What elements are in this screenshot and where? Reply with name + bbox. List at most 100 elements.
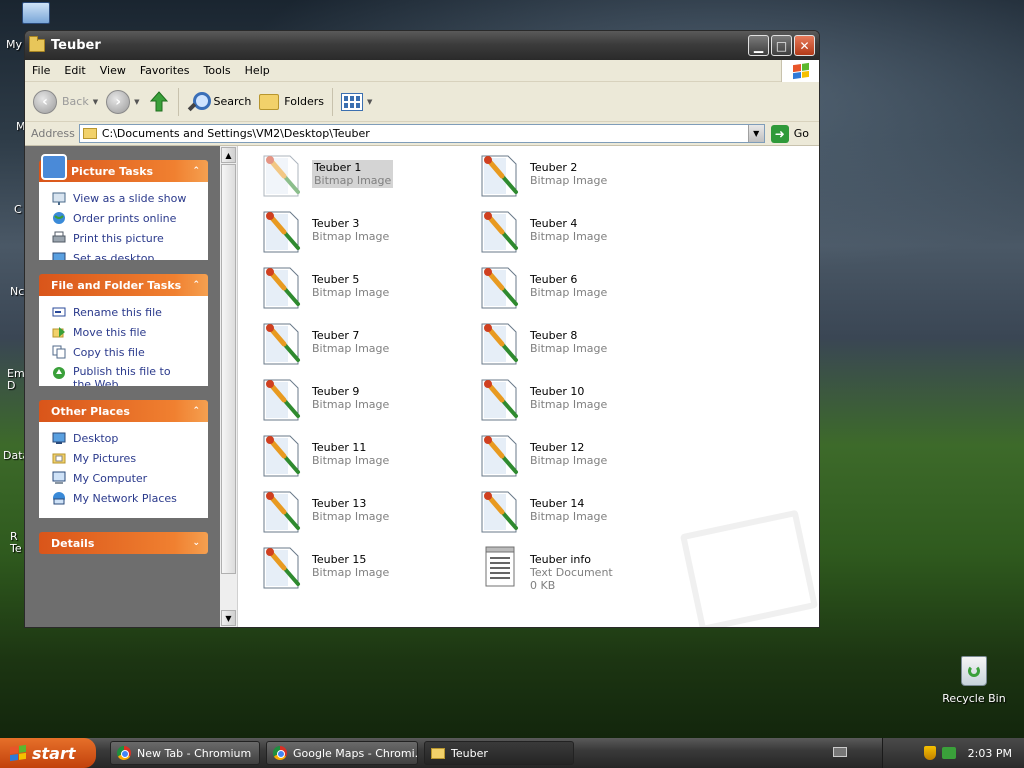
task-label: Order prints online: [73, 211, 177, 225]
task-rename-file[interactable]: Rename this file: [51, 302, 200, 322]
scroll-up-button[interactable]: ▲: [221, 147, 236, 163]
back-dropdown-icon[interactable]: ▼: [93, 98, 98, 106]
file-item-bitmap[interactable]: Teuber 11 Bitmap Image: [258, 432, 468, 482]
file-item-bitmap[interactable]: Teuber 4 Bitmap Image: [476, 208, 686, 258]
file-item-bitmap[interactable]: Teuber 9 Bitmap Image: [258, 376, 468, 426]
go-button[interactable]: ➜ Go: [765, 124, 819, 143]
task-copy-file[interactable]: Copy this file: [51, 342, 200, 362]
forward-dropdown-icon[interactable]: ▼: [134, 98, 139, 106]
desktop-label-peek-5[interactable]: Em D: [7, 368, 25, 392]
collapse-chevron-icon[interactable]: ⌃: [192, 280, 200, 290]
file-folder-tasks-header[interactable]: File and Folder Tasks ⌃: [39, 274, 208, 296]
desktop-label-peek-3[interactable]: C: [14, 203, 22, 216]
file-item-bitmap[interactable]: Teuber 15 Bitmap Image: [258, 544, 468, 594]
minimize-button[interactable]: ▁: [748, 35, 769, 56]
keyboard-icon[interactable]: [833, 747, 847, 757]
scroll-down-button[interactable]: ▼: [221, 610, 236, 626]
taskbar-item-new-tab[interactable]: New Tab - Chromium: [110, 741, 260, 765]
collapse-chevron-icon[interactable]: ⌃: [192, 406, 200, 416]
menu-file[interactable]: File: [25, 64, 57, 77]
task-label: Set as desktop: [73, 251, 155, 261]
desktop-icon: [51, 430, 67, 446]
desktop-label-peek-7[interactable]: R Te: [10, 531, 22, 555]
vertical-scrollbar[interactable]: ▲ ▼: [220, 146, 238, 627]
file-name: Teuber 8: [530, 329, 578, 342]
back-button[interactable]: ‹ Back ▼: [33, 89, 98, 114]
file-item-text[interactable]: Teuber info Text Document 0 KB: [476, 544, 686, 594]
file-item-bitmap[interactable]: Teuber 8 Bitmap Image: [476, 320, 686, 370]
desktop-icon-my-computer-partial[interactable]: [22, 2, 54, 30]
start-button[interactable]: start: [0, 738, 96, 768]
file-text: Teuber 9 Bitmap Image: [312, 376, 389, 411]
file-text: Teuber info Text Document 0 KB: [530, 544, 613, 592]
expand-chevron-icon[interactable]: ⌄: [192, 538, 200, 548]
menu-favorites[interactable]: Favorites: [133, 64, 197, 77]
desktop-icon-recycle-bin[interactable]: Recycle Bin: [934, 656, 1014, 705]
taskbar-item-google-maps[interactable]: Google Maps - Chromi...: [266, 741, 418, 765]
task-move-file[interactable]: Move this file: [51, 322, 200, 342]
network-icon[interactable]: [941, 747, 956, 759]
address-dropdown-button[interactable]: ▼: [747, 125, 764, 142]
file-item-bitmap[interactable]: Teuber 6 Bitmap Image: [476, 264, 686, 314]
place-my-computer[interactable]: My Computer: [51, 468, 200, 488]
menu-tools[interactable]: Tools: [197, 64, 238, 77]
task-publish-web[interactable]: Publish this file to the Web: [51, 362, 200, 386]
standard-toolbar: ‹ Back ▼ › ▼ Search Folders ▼: [25, 82, 819, 122]
file-text: Teuber 13 Bitmap Image: [312, 488, 389, 523]
file-item-bitmap[interactable]: Teuber 5 Bitmap Image: [258, 264, 468, 314]
close-button[interactable]: ✕: [794, 35, 815, 56]
menu-edit[interactable]: Edit: [57, 64, 92, 77]
file-item-bitmap[interactable]: Teuber 2 Bitmap Image: [476, 152, 686, 202]
file-item-bitmap[interactable]: Teuber 1 Bitmap Image: [258, 152, 468, 202]
chromium-icon: [273, 746, 287, 760]
task-set-desktop[interactable]: Set as desktop: [51, 248, 200, 260]
file-text: Teuber 15 Bitmap Image: [312, 544, 389, 579]
collapse-chevron-icon[interactable]: ⌃: [192, 166, 200, 176]
file-item-bitmap[interactable]: Teuber 13 Bitmap Image: [258, 488, 468, 538]
search-button[interactable]: Search: [187, 91, 251, 113]
other-places-header[interactable]: Other Places ⌃: [39, 400, 208, 422]
place-my-pictures[interactable]: My Pictures: [51, 448, 200, 468]
clock[interactable]: 2:03 PM: [968, 747, 1012, 760]
title-bar[interactable]: Teuber ▁ □ ✕: [25, 31, 819, 60]
folders-button[interactable]: Folders: [259, 93, 324, 110]
menu-view[interactable]: View: [93, 64, 133, 77]
file-item-bitmap[interactable]: Teuber 3 Bitmap Image: [258, 208, 468, 258]
file-type: Bitmap Image: [530, 286, 608, 299]
scroll-thumb[interactable]: [221, 164, 236, 574]
file-item-bitmap[interactable]: Teuber 14 Bitmap Image: [476, 488, 686, 538]
views-button[interactable]: ▼: [341, 92, 372, 111]
file-item-bitmap[interactable]: Teuber 10 Bitmap Image: [476, 376, 686, 426]
file-item-bitmap[interactable]: Teuber 12 Bitmap Image: [476, 432, 686, 482]
picture-tasks-body: View as a slide show Order prints online…: [39, 182, 208, 260]
windows-flag-icon: [10, 744, 26, 762]
up-folder-button[interactable]: [148, 90, 170, 113]
place-label: Desktop: [73, 431, 119, 445]
file-item-bitmap[interactable]: Teuber 7 Bitmap Image: [258, 320, 468, 370]
address-value[interactable]: C:\Documents and Settings\VM2\Desktop\Te…: [102, 127, 748, 140]
task-print-picture[interactable]: Print this picture: [51, 228, 200, 248]
place-network[interactable]: My Network Places: [51, 488, 200, 508]
task-view-slideshow[interactable]: View as a slide show: [51, 188, 200, 208]
maximize-button[interactable]: □: [771, 35, 792, 56]
file-name: Teuber 7: [312, 329, 360, 342]
taskbar-item-label: Teuber: [451, 746, 488, 760]
file-type: Bitmap Image: [312, 230, 390, 243]
place-desktop[interactable]: Desktop: [51, 428, 200, 448]
file-folder-tasks-panel: File and Folder Tasks ⌃ Rename this file…: [39, 274, 208, 386]
menu-help[interactable]: Help: [238, 64, 277, 77]
file-type: Bitmap Image: [530, 230, 608, 243]
file-type: Bitmap Image: [530, 454, 608, 467]
security-shield-icon[interactable]: [923, 746, 936, 760]
details-panel: Details ⌄: [39, 532, 208, 554]
task-order-prints[interactable]: Order prints online: [51, 208, 200, 228]
file-type: Bitmap Image: [530, 398, 608, 411]
file-name: Teuber 1: [314, 161, 362, 174]
desktop-label-peek-1[interactable]: My: [6, 38, 22, 51]
file-name: Teuber 14: [530, 497, 585, 510]
address-input[interactable]: C:\Documents and Settings\VM2\Desktop\Te…: [78, 124, 765, 143]
taskbar-item-teuber[interactable]: Teuber: [424, 741, 574, 765]
details-header[interactable]: Details ⌄: [39, 532, 208, 554]
desktop-label-peek-4[interactable]: Nc: [10, 285, 24, 298]
forward-button[interactable]: › ▼: [106, 89, 140, 114]
